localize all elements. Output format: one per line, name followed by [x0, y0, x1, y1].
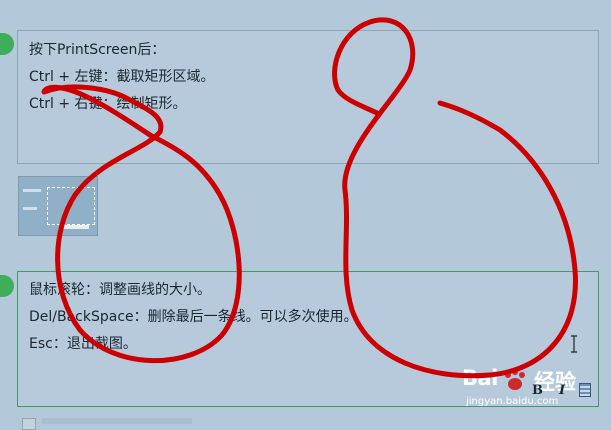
option-label	[42, 418, 192, 424]
bold-button[interactable]: B	[532, 383, 543, 398]
thumb-detail	[23, 207, 37, 210]
step-1-line-3: Ctrl + 右键：绘制矩形。	[29, 96, 187, 112]
image-insert-icon[interactable]	[579, 383, 591, 397]
thumb-toolbar	[59, 225, 89, 229]
italic-button[interactable]: I	[559, 383, 565, 398]
watermark-url: jingyan.baidu.com	[466, 396, 559, 407]
step-1-line-2: Ctrl + 左键：截取矩形区域。	[29, 69, 215, 85]
thumb-detail	[23, 189, 41, 192]
step-2-line-1: 鼠标滚轮：调整画线的大小。	[29, 282, 211, 298]
text-cursor-icon	[571, 335, 577, 353]
step-2-line-3: Esc：退出截图。	[29, 336, 137, 352]
step-image-thumbnail[interactable]	[18, 176, 98, 236]
thumb-selection	[47, 187, 95, 225]
step-1-textbox[interactable]: 按下PrintScreen后： Ctrl + 左键：截取矩形区域。 Ctrl +…	[17, 30, 599, 164]
step-1-dot	[0, 33, 14, 55]
watermark-brand: Bai	[462, 366, 498, 390]
option-checkbox[interactable]	[22, 418, 36, 430]
step-2-dot	[0, 275, 14, 297]
step-1-line-1: 按下PrintScreen后：	[29, 42, 166, 58]
step-2-line-2: Del/BackSpace：删除最后一条线。可以多次使用。	[29, 309, 358, 325]
baidu-paw-icon	[505, 369, 525, 390]
